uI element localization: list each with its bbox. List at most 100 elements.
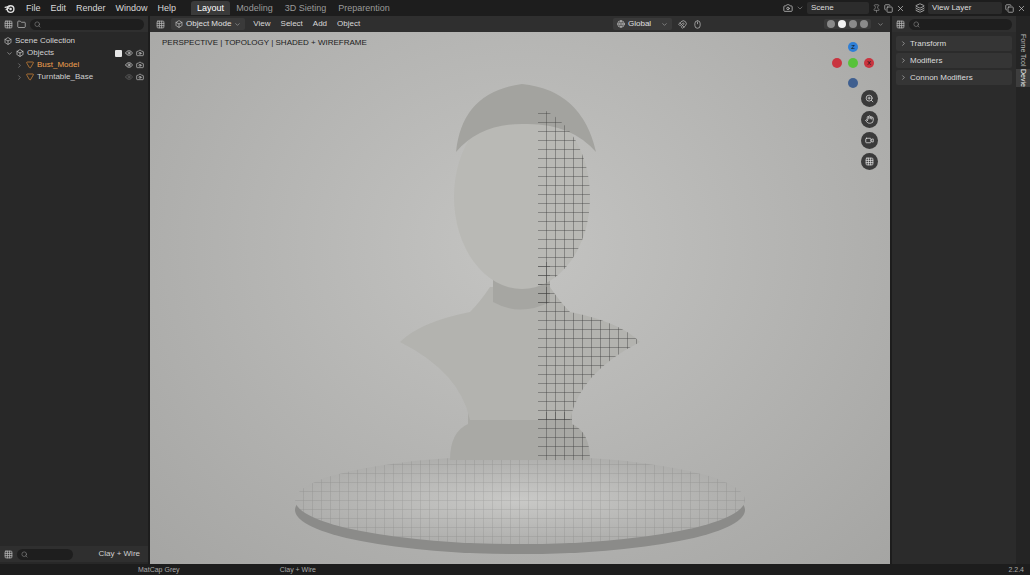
sidebar-tab[interactable]: Tcol bbox=[1016, 54, 1030, 66]
new-layer-icon[interactable] bbox=[1005, 4, 1014, 13]
shading-mode-button[interactable] bbox=[860, 20, 868, 28]
expand-icon[interactable] bbox=[16, 74, 23, 81]
bust-render[interactable] bbox=[150, 32, 890, 564]
proportional-icon[interactable] bbox=[693, 20, 702, 29]
expand-icon bbox=[900, 57, 907, 64]
viewport-overlay-text: PERSPECTIVE | TOPOLOGY | SHADED + WIREFR… bbox=[162, 37, 367, 49]
nav-button[interactable] bbox=[861, 111, 878, 128]
snap-icon[interactable] bbox=[678, 20, 687, 29]
visibility-icon[interactable] bbox=[125, 73, 133, 81]
status-item: MatCap Grey bbox=[138, 565, 180, 575]
close-scene-icon[interactable] bbox=[896, 4, 905, 13]
properties-header bbox=[892, 16, 1016, 32]
collection-icon bbox=[16, 49, 24, 57]
close-layer-icon[interactable] bbox=[1017, 4, 1026, 13]
render-icon[interactable] bbox=[136, 73, 144, 81]
mesh-icon bbox=[26, 61, 34, 69]
orientation-dropdown[interactable]: Global bbox=[613, 18, 672, 30]
nav-button[interactable] bbox=[861, 90, 878, 107]
display-mode-icon[interactable] bbox=[17, 20, 26, 29]
expand-icon[interactable] bbox=[16, 62, 23, 69]
expand-icon[interactable] bbox=[6, 50, 13, 57]
workspace-tab[interactable]: 3D Sieting bbox=[279, 1, 333, 15]
gizmo-axis[interactable] bbox=[848, 58, 858, 68]
footer-editor-icon[interactable] bbox=[4, 550, 13, 559]
properties-search[interactable] bbox=[909, 19, 1012, 30]
mode-dropdown[interactable]: Object Mode bbox=[171, 18, 245, 30]
nav-button[interactable] bbox=[861, 132, 878, 149]
menu-item[interactable]: Render bbox=[71, 1, 111, 15]
menu-item[interactable]: File bbox=[21, 1, 46, 15]
visibility-icon[interactable] bbox=[125, 49, 133, 57]
menu-item[interactable]: Edit bbox=[46, 1, 72, 15]
version-label: 2.2.4 bbox=[1008, 565, 1024, 575]
workspace-tab[interactable]: Modeling bbox=[230, 1, 279, 15]
render-icon[interactable] bbox=[136, 49, 144, 57]
top-bar: FileEditRenderWindowHelp LayoutModeling3D… bbox=[0, 0, 1030, 16]
render-icon[interactable] bbox=[136, 61, 144, 69]
workspace-tab[interactable]: Layout bbox=[191, 1, 230, 15]
gizmo-axis[interactable] bbox=[832, 58, 842, 68]
viewport-menu-item[interactable]: Select bbox=[279, 18, 305, 30]
orientation-icon bbox=[617, 20, 625, 28]
scene-selector[interactable]: Scene bbox=[783, 2, 905, 14]
gizmo-axis[interactable] bbox=[848, 78, 858, 88]
shading-mode-button[interactable] bbox=[849, 20, 857, 28]
zoom-icon bbox=[865, 94, 874, 103]
menu-item[interactable]: Help bbox=[153, 1, 182, 15]
editor-type-icon[interactable] bbox=[156, 20, 165, 29]
pin-icon[interactable] bbox=[872, 4, 881, 13]
properties-section[interactable]: Transform bbox=[896, 36, 1012, 51]
mesh-icon bbox=[26, 73, 34, 81]
search-icon bbox=[913, 21, 920, 28]
menu-item[interactable]: Window bbox=[111, 1, 153, 15]
status-item: Clay + Wire bbox=[280, 565, 316, 575]
nav-button[interactable] bbox=[861, 153, 878, 170]
outliner-tree: Scene CollectionObjectsBust_ModelTurntab… bbox=[0, 32, 148, 83]
view-layer-selector[interactable]: View Layer bbox=[915, 2, 1026, 14]
object-mode-icon bbox=[175, 20, 183, 28]
visibility-icon[interactable] bbox=[125, 61, 133, 69]
viewport-menu-item[interactable]: Object bbox=[335, 18, 362, 30]
include-checkbox[interactable] bbox=[115, 50, 122, 57]
properties-section[interactable]: Modifiers bbox=[896, 53, 1012, 68]
navigation-gizmo[interactable]: ZX bbox=[828, 38, 876, 88]
shading-mode-button[interactable] bbox=[838, 20, 846, 28]
properties-section[interactable]: Connon Modifiers bbox=[896, 70, 1012, 85]
shading-mode-button[interactable] bbox=[827, 20, 835, 28]
outliner-item[interactable]: Bust_Model bbox=[4, 59, 144, 71]
expand-icon bbox=[900, 40, 907, 47]
gizmo-axis[interactable]: X bbox=[864, 58, 874, 68]
new-scene-icon[interactable] bbox=[884, 4, 893, 13]
outliner-item[interactable]: Objects bbox=[4, 47, 144, 59]
viewport-menu-item[interactable]: Add bbox=[311, 18, 329, 30]
main-menu: FileEditRenderWindowHelp bbox=[21, 1, 181, 15]
workspace-tab[interactable]: Preparention bbox=[332, 1, 396, 15]
dropdown-icon bbox=[796, 4, 804, 12]
grid-icon bbox=[865, 157, 874, 166]
viewport-menu-item[interactable]: View bbox=[251, 18, 272, 30]
sidebar-tab[interactable]: Forne bbox=[1016, 34, 1030, 52]
viewport-canvas[interactable]: PERSPECTIVE | TOPOLOGY | SHADED + WIREFR… bbox=[150, 32, 890, 564]
outliner-search[interactable] bbox=[30, 19, 144, 30]
dropdown-icon bbox=[234, 21, 241, 28]
sidebar-tab[interactable]: Devie bbox=[1016, 69, 1030, 87]
editor-type-icon[interactable] bbox=[896, 20, 905, 29]
viewport: Object Mode View Select Add Object Global PERS… bbox=[150, 16, 890, 564]
shading-options-icon[interactable] bbox=[877, 21, 884, 28]
workspace-tabs: LayoutModeling3D SietingPreparention bbox=[191, 0, 396, 16]
outliner-item[interactable]: Turntable_Base bbox=[4, 71, 144, 83]
outliner-root[interactable]: Scene Collection bbox=[4, 35, 144, 47]
sidebar-tabs: Forne Tcol Devie bbox=[1016, 16, 1030, 564]
outliner-footer: Clay + Wire bbox=[0, 546, 148, 562]
footer-search[interactable] bbox=[17, 549, 73, 560]
dropdown-icon bbox=[661, 21, 668, 28]
view-layer-icon bbox=[915, 3, 925, 13]
hand-icon bbox=[865, 115, 874, 124]
camera-icon bbox=[865, 136, 874, 145]
blender-logo-icon[interactable] bbox=[4, 3, 15, 14]
blender-window: FileEditRenderWindowHelp LayoutModeling3D… bbox=[0, 0, 1030, 575]
status-bar: MatCap Grey Clay + Wire 2.2.4 bbox=[0, 564, 1030, 575]
gizmo-axis[interactable]: Z bbox=[848, 42, 858, 52]
editor-type-icon[interactable] bbox=[4, 20, 13, 29]
